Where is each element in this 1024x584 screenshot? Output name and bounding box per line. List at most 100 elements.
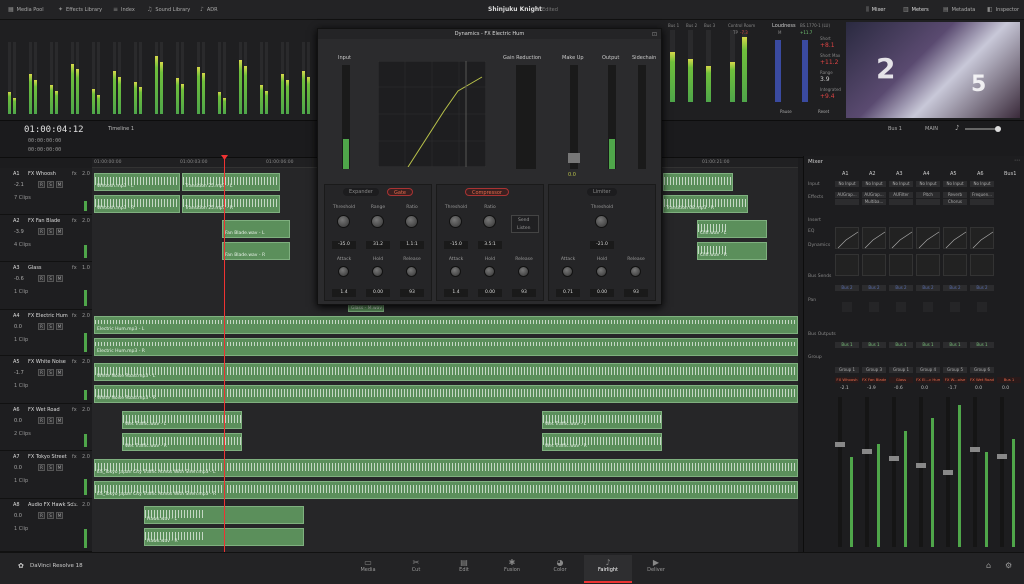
mute-button[interactable]: M xyxy=(56,417,63,424)
playhead[interactable] xyxy=(224,156,225,552)
clip-fanblade-r[interactable]: Fan Blade.wav - R xyxy=(222,242,290,260)
more-options-icon[interactable]: ⋯ xyxy=(1014,157,1020,164)
track-volume[interactable]: 0.0 xyxy=(14,513,22,519)
gate-ratio-knob[interactable] xyxy=(405,215,418,228)
channel-eq-graph[interactable] xyxy=(835,227,859,249)
channel-group[interactable]: Group 3 xyxy=(862,367,886,373)
channel-effect[interactable]: AUFilter xyxy=(889,192,913,198)
home-icon[interactable]: ⌂ xyxy=(986,561,991,570)
track-name[interactable]: FX White Noise xyxy=(28,359,66,365)
solo-button[interactable]: S xyxy=(47,417,54,424)
channel-effect[interactable]: AUGrap... xyxy=(835,192,859,198)
solo-button[interactable]: S xyxy=(47,275,54,282)
fx-icon[interactable]: fx xyxy=(72,313,77,319)
compressor-toggle[interactable]: Compressor xyxy=(465,188,509,196)
track-volume[interactable]: -3.9 xyxy=(14,229,24,235)
channel-dynamics-graph[interactable] xyxy=(943,254,967,276)
gate-release-knob[interactable] xyxy=(406,266,417,277)
channel-input[interactable]: No Input xyxy=(916,181,940,187)
video-viewer[interactable]: 2 5 xyxy=(846,22,1020,118)
channel-group[interactable]: Group 1 xyxy=(835,367,859,373)
mute-button[interactable]: M xyxy=(56,369,63,376)
channel-effect-2[interactable]: Multiba... xyxy=(862,199,886,205)
bus-output[interactable]: Bus 1 xyxy=(835,342,859,348)
track-header-a7[interactable]: A7 FX Tokyo Street fx 2.0 0.0 R S M 1 Clip xyxy=(0,451,92,499)
bus-send[interactable]: Bus 2 xyxy=(916,285,940,291)
clip-hum-l[interactable]: Electric Hum.mp3 - L xyxy=(94,316,798,334)
channel-volume[interactable]: 0.0 xyxy=(1002,386,1009,391)
gate-ratio-value[interactable]: 1.1:1 xyxy=(400,241,424,249)
mute-button[interactable]: M xyxy=(56,275,63,282)
bus-send[interactable]: Bus 2 xyxy=(862,285,886,291)
solo-button[interactable]: S xyxy=(47,369,54,376)
channel-input[interactable]: No Input xyxy=(889,181,913,187)
channel-eq-graph[interactable] xyxy=(862,227,886,249)
pan-control[interactable] xyxy=(869,302,879,312)
clip-noise-l[interactable]: White Noise Road.mp3 - L xyxy=(94,363,798,381)
track-name[interactable]: FX Fan Blade xyxy=(28,218,60,224)
send-listen-button[interactable]: Send Listen xyxy=(511,215,539,233)
comp-hold-value[interactable]: 0.00 xyxy=(478,289,502,297)
channel-dynamics-graph[interactable] xyxy=(916,254,940,276)
channel-input[interactable]: No Input xyxy=(835,181,859,187)
loudness-pause-button[interactable]: Pause xyxy=(780,109,792,114)
comp-ratio-value[interactable]: 3.5:1 xyxy=(478,241,502,249)
channel-group[interactable]: Group 6 xyxy=(970,367,994,373)
bus-send[interactable]: Bus 2 xyxy=(835,285,859,291)
gate-range-value[interactable]: 31.2 xyxy=(366,241,390,249)
bus-selector[interactable]: Bus 1 xyxy=(888,126,902,132)
mute-button[interactable]: M xyxy=(56,323,63,330)
volume-slider[interactable] xyxy=(965,128,999,130)
channel-fader-track[interactable] xyxy=(892,397,896,547)
adr-button[interactable]: ♪ ADR xyxy=(200,5,218,15)
page-tab-fusion[interactable]: ✱ Fusion xyxy=(488,555,536,583)
bus-send[interactable]: Bus 2 xyxy=(943,285,967,291)
channel-effect-2[interactable] xyxy=(835,199,859,205)
channel-effect-2[interactable] xyxy=(889,199,913,205)
sound-library-button[interactable]: ♫ Sound Library xyxy=(147,5,190,15)
clip-transition-l[interactable]: Transition 25.mp3 - L xyxy=(182,173,280,191)
channel-fader-track[interactable] xyxy=(919,397,923,547)
metadata-button[interactable]: ▤ Metadata xyxy=(943,5,975,15)
track-name[interactable]: Audio FX Hawk Sc... xyxy=(28,502,78,508)
effects-library-button[interactable]: ✦ Effects Library xyxy=(58,5,102,15)
page-tab-media[interactable]: ▭ Media xyxy=(344,555,392,583)
channel-group[interactable]: Group 4 xyxy=(916,367,940,373)
track-header-a8[interactable]: A8 Audio FX Hawk Sc... fx 2.0 0.0 R S M 1 Clip xyxy=(0,499,92,552)
channel-fader-handle[interactable] xyxy=(943,470,953,475)
lim-attack-value[interactable]: 0.71 xyxy=(556,289,580,297)
channel-fader-handle[interactable] xyxy=(862,449,872,454)
page-tab-deliver[interactable]: ▶ Deliver xyxy=(632,555,680,583)
track-volume[interactable]: 0.0 xyxy=(14,465,22,471)
fx-icon[interactable]: fx xyxy=(72,171,77,177)
channel-volume[interactable]: 0.0 xyxy=(921,386,928,391)
clip-noise-r[interactable]: White Noise Road.mp3 - R xyxy=(94,385,798,403)
record-arm-button[interactable]: R xyxy=(38,464,45,471)
pan-control[interactable] xyxy=(896,302,906,312)
bus-output[interactable]: Bus 1 xyxy=(943,342,967,348)
pan-control[interactable] xyxy=(950,302,960,312)
page-tab-color[interactable]: ◕ Color xyxy=(536,555,584,583)
channel-effect-2[interactable] xyxy=(970,199,994,205)
track-volume[interactable]: -2.1 xyxy=(14,182,24,188)
record-arm-button[interactable]: R xyxy=(38,512,45,519)
channel-group[interactable]: Group 5 xyxy=(943,367,967,373)
fx-icon[interactable]: fx xyxy=(72,218,77,224)
makeup-slider[interactable] xyxy=(568,65,580,169)
pan-control[interactable] xyxy=(977,302,987,312)
gate-attack-knob[interactable] xyxy=(338,266,349,277)
volume-handle[interactable] xyxy=(995,126,1001,132)
lim-release-knob[interactable] xyxy=(630,266,641,277)
track-header-a2[interactable]: A2 FX Fan Blade fx 2.0 -3.9 R S M 4 Clips xyxy=(0,215,92,262)
clip-cliff-r[interactable]: Cliff.wav - R xyxy=(697,242,767,260)
track-volume[interactable]: 0.0 xyxy=(14,324,22,330)
speaker-icon[interactable]: ♪ xyxy=(955,124,959,132)
clip-tokyo-r[interactable]: ES_Tokyo Japan City Traffic Atmos With S… xyxy=(94,481,798,499)
channel-fader-handle[interactable] xyxy=(889,456,899,461)
channel-fader-track[interactable] xyxy=(838,397,842,547)
track-name[interactable]: FX Whoosh xyxy=(28,171,56,177)
channel-fader-handle[interactable] xyxy=(835,442,845,447)
comp-ratio-knob[interactable] xyxy=(483,215,496,228)
makeup-fader-handle[interactable] xyxy=(568,153,580,163)
record-arm-button[interactable]: R xyxy=(38,181,45,188)
